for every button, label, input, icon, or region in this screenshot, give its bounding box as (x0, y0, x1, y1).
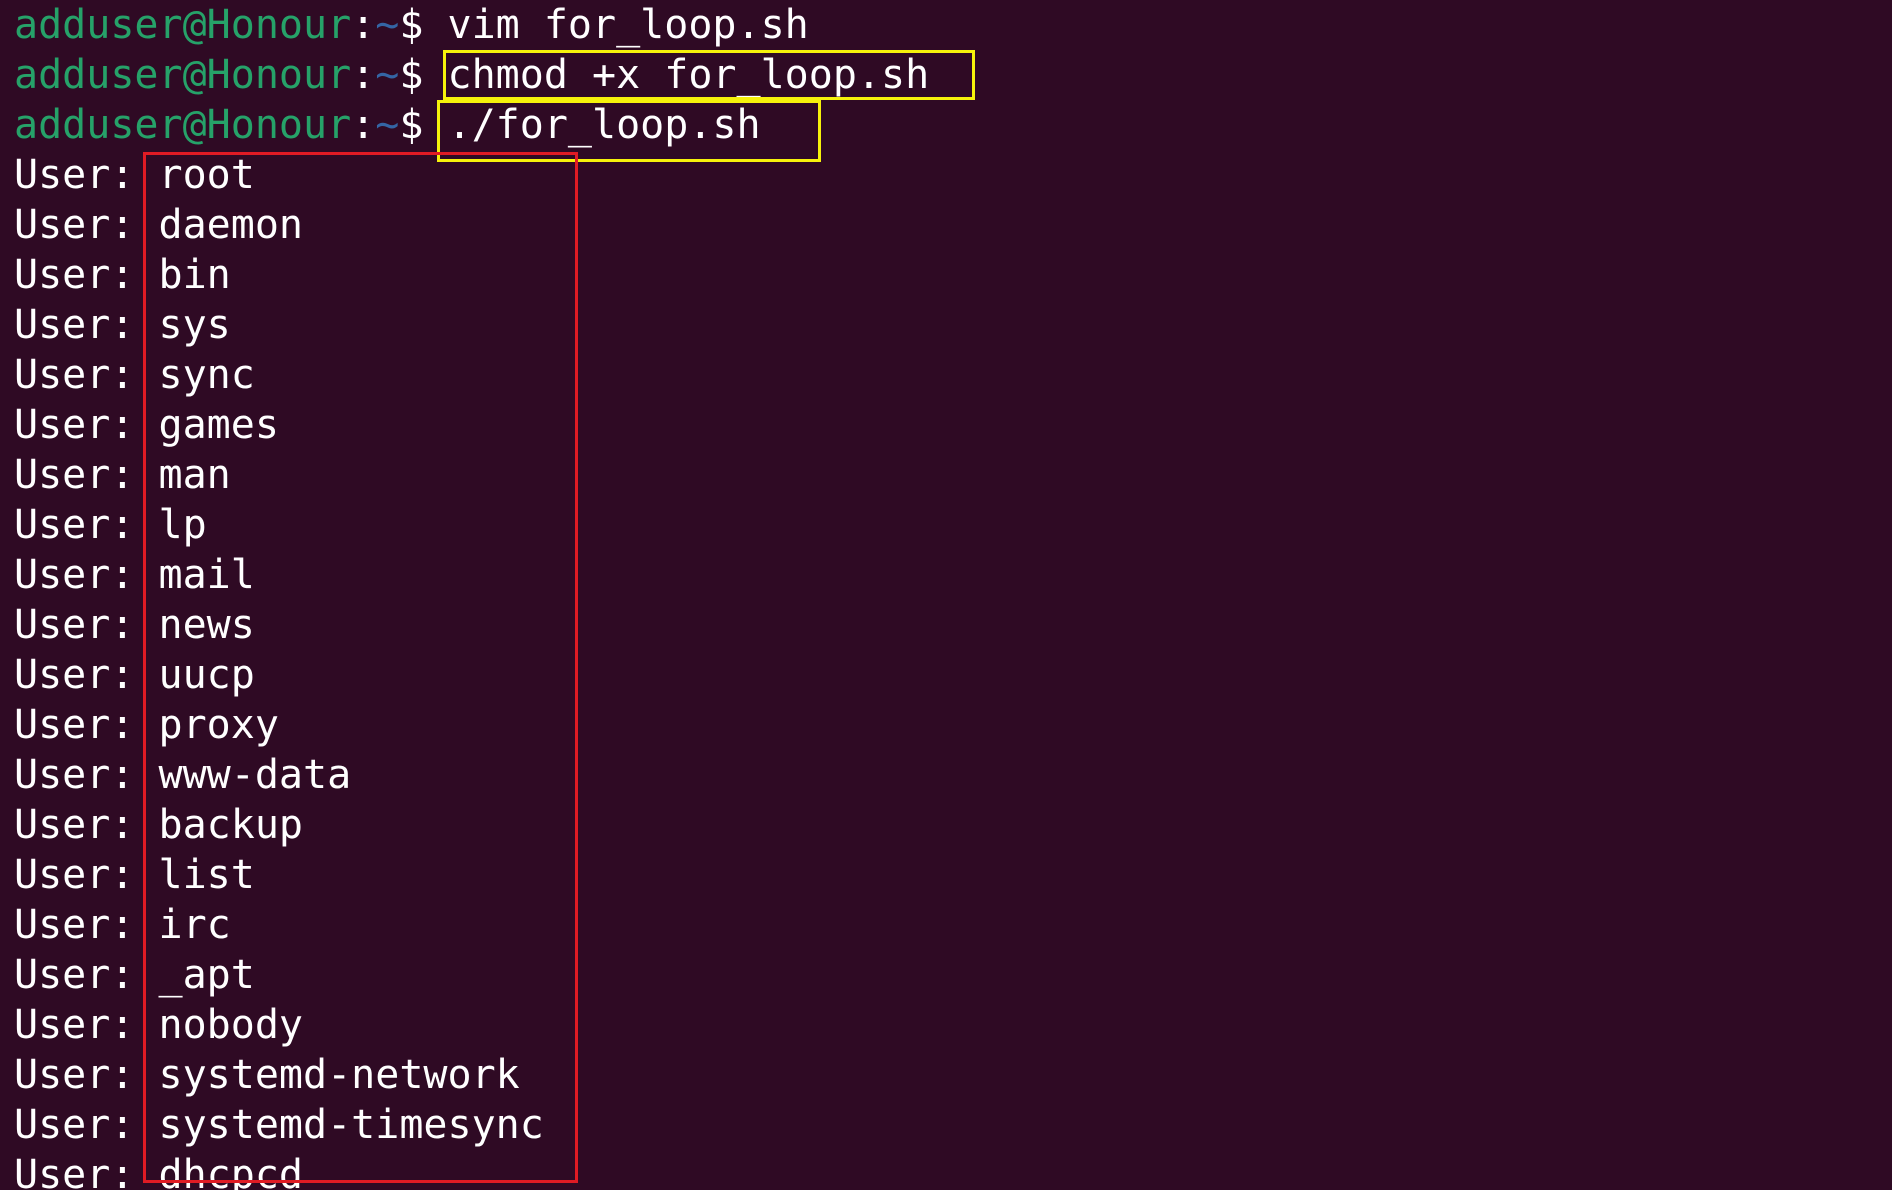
command-text: vim for_loop.sh (447, 2, 809, 48)
output-prefix: User: (14, 502, 159, 548)
prompt-user-host: adduser@Honour (14, 102, 352, 148)
output-prefix: User: (14, 702, 159, 748)
prompt-path: ~ (375, 102, 400, 148)
output-prefix: User: (14, 152, 159, 198)
output-prefix: User: (14, 1152, 159, 1190)
output-prefix: User: (14, 1002, 159, 1048)
prompt-user-host: adduser@Honour (14, 52, 352, 98)
output-prefix: User: (14, 902, 159, 948)
output-prefix: User: (14, 802, 159, 848)
output-prefix: User: (14, 402, 159, 448)
prompt-colon: : (351, 102, 376, 148)
output-prefix: User: (14, 602, 159, 648)
terminal-window[interactable]: adduser@Honour:~$ vim for_loop.sh adduse… (0, 0, 1892, 1190)
output-prefix: User: (14, 552, 159, 598)
output-prefix: User: (14, 452, 159, 498)
prompt-user-host: adduser@Honour (14, 2, 352, 48)
chmod-command-highlight (443, 50, 975, 100)
prompt-colon: : (351, 2, 376, 48)
prompt-path: ~ (375, 2, 400, 48)
command-line-3: adduser@Honour:~$ ./for_loop.sh (14, 100, 1892, 150)
prompt-symbol: $ (399, 52, 448, 98)
output-prefix: User: (14, 202, 159, 248)
output-prefix: User: (14, 852, 159, 898)
output-prefix: User: (14, 302, 159, 348)
output-prefix: User: (14, 1052, 159, 1098)
prompt-colon: : (351, 52, 376, 98)
output-prefix: User: (14, 752, 159, 798)
output-prefix: User: (14, 952, 159, 998)
output-prefix: User: (14, 252, 159, 298)
output-prefix: User: (14, 652, 159, 698)
command-line-1: adduser@Honour:~$ vim for_loop.sh (14, 0, 1892, 50)
user-names-highlight (143, 152, 578, 1183)
output-prefix: User: (14, 1102, 159, 1148)
prompt-path: ~ (375, 52, 400, 98)
output-prefix: User: (14, 352, 159, 398)
prompt-symbol: $ (399, 2, 448, 48)
